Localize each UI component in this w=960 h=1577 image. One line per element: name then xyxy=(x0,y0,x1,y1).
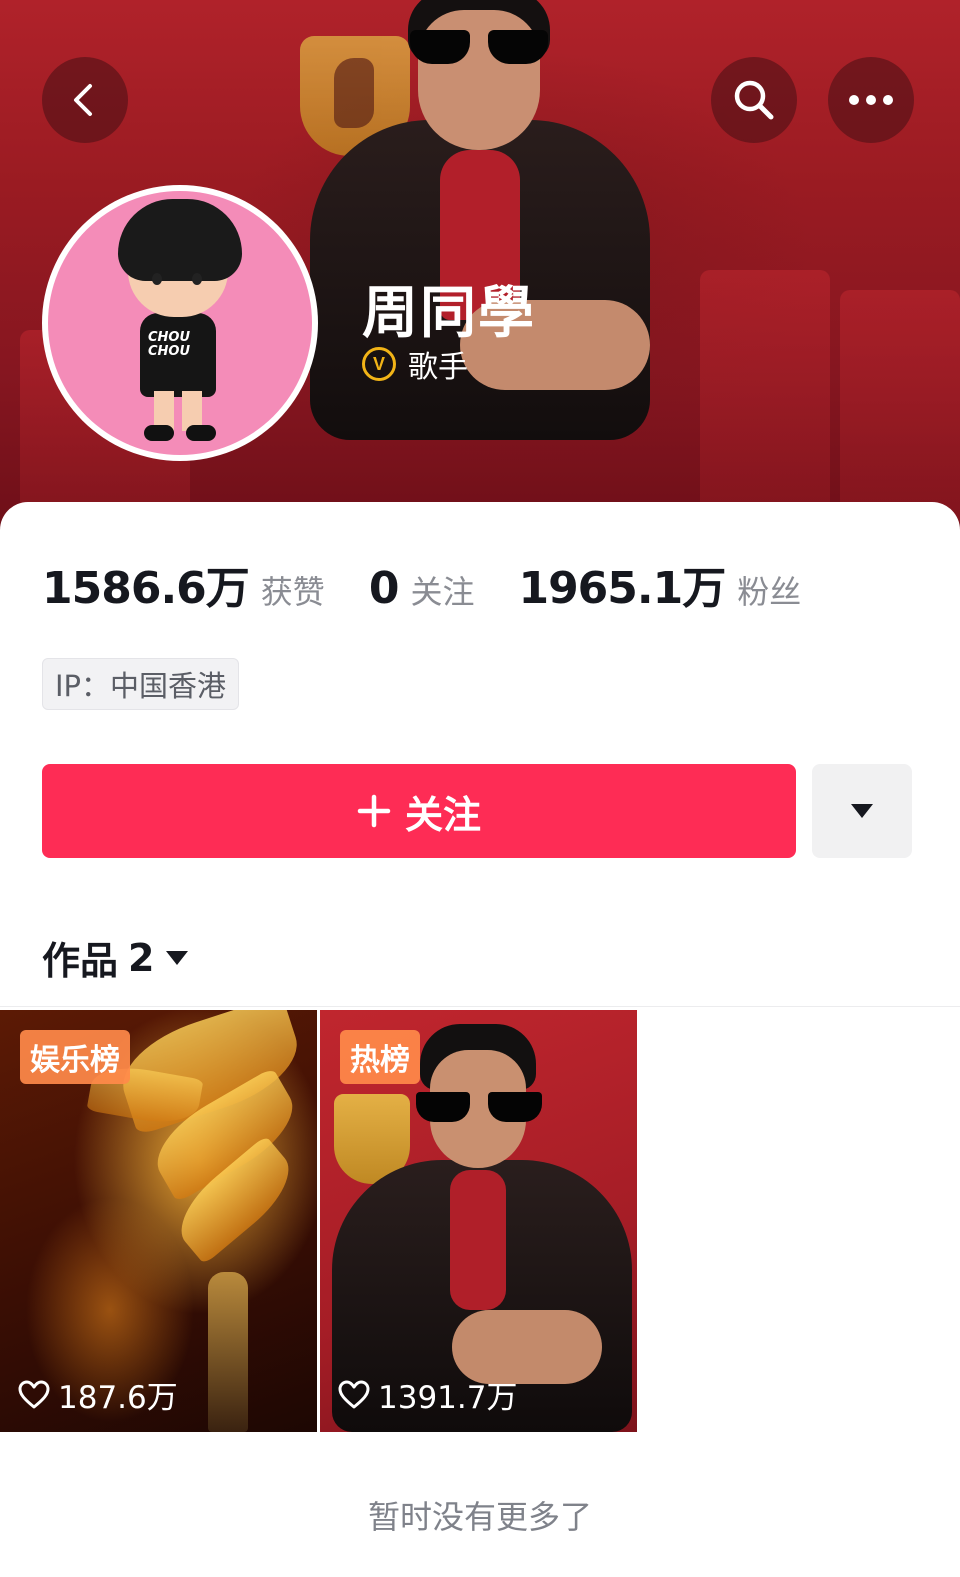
video-likes-count: 187.6万 xyxy=(58,1380,178,1416)
search-button[interactable] xyxy=(711,57,797,143)
no-more-content-text: 暂时没有更多了 xyxy=(367,1498,592,1536)
performer-figure xyxy=(208,1272,248,1432)
ip-location-tag: IP：中国香港 xyxy=(42,658,240,710)
avatar[interactable]: CHOU CHOU xyxy=(42,185,318,461)
verification-label: 歌手 xyxy=(408,350,468,385)
profile-banner: CHOU CHOU 周同學 V 歌手 xyxy=(0,0,960,530)
caret-down-icon xyxy=(166,950,189,965)
stat-likes: 1586.6万 获赞 xyxy=(42,552,325,616)
ranking-tag: 娱乐榜 xyxy=(20,1030,130,1084)
plus-icon xyxy=(357,794,391,828)
verification-row: V 歌手 xyxy=(362,342,468,386)
stat-label: 获赞 xyxy=(260,573,325,611)
divider xyxy=(0,1006,960,1007)
stat-following[interactable]: 0 关注 xyxy=(369,563,475,614)
works-label: 作品 xyxy=(42,939,119,983)
ellipsis-icon xyxy=(849,95,893,105)
stats-row: 1586.6万 获赞 0 关注 1965.1万 粉丝 xyxy=(42,552,845,616)
profile-name: 周同學 xyxy=(362,281,536,346)
stat-label: 粉丝 xyxy=(737,573,802,611)
back-button[interactable] xyxy=(42,57,128,143)
heart-icon xyxy=(338,1380,370,1408)
banner-seat xyxy=(700,270,830,530)
ranking-tag: 热榜 xyxy=(340,1030,420,1084)
stat-followers[interactable]: 1965.1万 粉丝 xyxy=(518,552,801,616)
profile-card: 1586.6万 获赞 0 关注 1965.1万 粉丝 IP：中国香港 关注 作品… xyxy=(0,502,960,1577)
follow-button[interactable]: 关注 xyxy=(42,764,796,858)
search-icon xyxy=(734,80,774,120)
video-tile[interactable]: 热榜 1391.7万 xyxy=(320,1010,637,1432)
banner-photo-person xyxy=(300,0,700,500)
stat-value: 1965.1万 xyxy=(518,563,726,614)
chevron-left-icon xyxy=(74,84,92,116)
works-tab[interactable]: 作品 2 xyxy=(42,930,190,985)
banner-seat xyxy=(840,290,960,530)
video-likes: 187.6万 xyxy=(18,1372,178,1417)
video-likes-count: 1391.7万 xyxy=(378,1380,518,1416)
more-options-button[interactable] xyxy=(828,57,914,143)
video-tile[interactable]: 娱乐榜 187.6万 xyxy=(0,1010,317,1432)
stat-value: 1586.6万 xyxy=(42,563,250,614)
follow-button-label: 关注 xyxy=(404,792,481,837)
video-grid: 娱乐榜 187.6万 热榜 1391.7万 xyxy=(0,1010,637,1432)
avatar-image: CHOU CHOU xyxy=(48,191,312,455)
follow-options-button[interactable] xyxy=(812,764,912,858)
works-count: 2 xyxy=(128,935,155,980)
heart-icon xyxy=(18,1380,50,1408)
video-likes: 1391.7万 xyxy=(338,1372,517,1417)
caret-down-icon xyxy=(851,804,873,818)
stat-label: 关注 xyxy=(410,573,475,611)
stat-value: 0 xyxy=(368,563,400,614)
verified-badge-icon: V xyxy=(362,347,396,381)
